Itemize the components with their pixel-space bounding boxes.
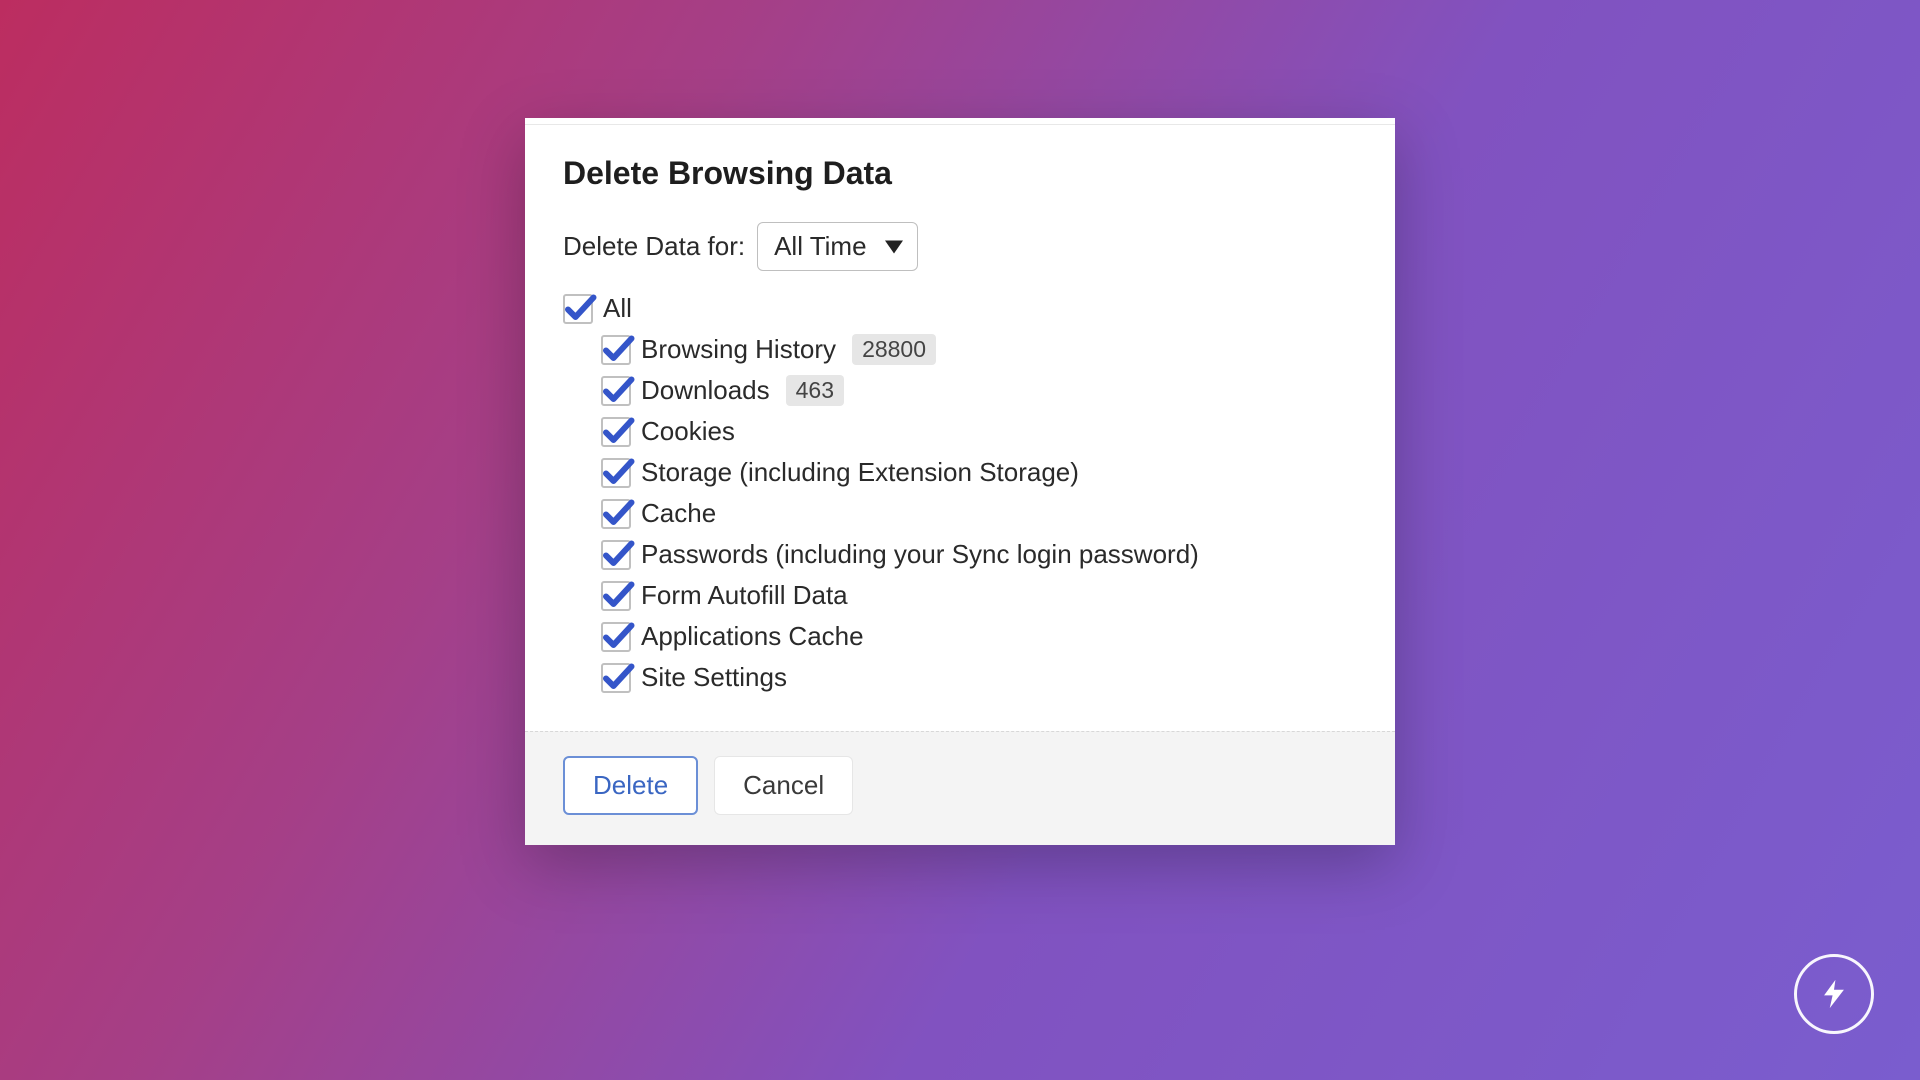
check-icon bbox=[600, 454, 636, 490]
check-icon bbox=[600, 331, 636, 367]
dialog-body: Delete Data for: All Time All Browsing H… bbox=[525, 202, 1395, 731]
checkbox-passwords[interactable] bbox=[601, 540, 631, 570]
checkbox-row-cookies: Cookies bbox=[601, 416, 1357, 447]
checkbox-label: Applications Cache bbox=[641, 621, 864, 652]
checkbox-all-label: All bbox=[603, 293, 632, 324]
time-range-row: Delete Data for: All Time bbox=[563, 222, 1357, 271]
time-range-select[interactable]: All Time bbox=[757, 222, 917, 271]
checkbox-browsing-history[interactable] bbox=[601, 335, 631, 365]
checkbox-row-applications-cache: Applications Cache bbox=[601, 621, 1357, 652]
checkbox-row-all: All bbox=[563, 293, 1357, 324]
check-icon bbox=[600, 618, 636, 654]
checkbox-label: Passwords (including your Sync login pas… bbox=[641, 539, 1199, 570]
checkbox-cookies[interactable] bbox=[601, 417, 631, 447]
checkbox-form-autofill[interactable] bbox=[601, 581, 631, 611]
checkbox-label: Downloads bbox=[641, 375, 770, 406]
check-icon bbox=[600, 413, 636, 449]
checkbox-label: Cookies bbox=[641, 416, 735, 447]
count-badge-browsing-history: 28800 bbox=[852, 334, 936, 365]
checkbox-row-browsing-history: Browsing History 28800 bbox=[601, 334, 1357, 365]
lightning-fab-button[interactable] bbox=[1794, 954, 1874, 1034]
checkbox-row-cache: Cache bbox=[601, 498, 1357, 529]
checkbox-applications-cache[interactable] bbox=[601, 622, 631, 652]
checkbox-row-form-autofill: Form Autofill Data bbox=[601, 580, 1357, 611]
chevron-down-icon bbox=[885, 240, 903, 253]
check-icon bbox=[600, 536, 636, 572]
checkbox-row-site-settings: Site Settings bbox=[601, 662, 1357, 693]
checkbox-all[interactable] bbox=[563, 294, 593, 324]
checkbox-cache[interactable] bbox=[601, 499, 631, 529]
checkbox-label: Browsing History bbox=[641, 334, 836, 365]
checkbox-label: Cache bbox=[641, 498, 716, 529]
count-badge-downloads: 463 bbox=[786, 375, 844, 406]
checkbox-row-downloads: Downloads 463 bbox=[601, 375, 1357, 406]
dialog-footer: Delete Cancel bbox=[525, 731, 1395, 845]
delete-browsing-data-dialog: Delete Browsing Data Delete Data for: Al… bbox=[525, 118, 1395, 845]
lightning-icon bbox=[1817, 977, 1851, 1011]
check-icon bbox=[600, 372, 636, 408]
checkbox-row-passwords: Passwords (including your Sync login pas… bbox=[601, 539, 1357, 570]
checkbox-site-settings[interactable] bbox=[601, 663, 631, 693]
check-icon bbox=[600, 577, 636, 613]
checkbox-label: Form Autofill Data bbox=[641, 580, 848, 611]
dialog-title: Delete Browsing Data bbox=[563, 155, 1357, 192]
check-icon bbox=[600, 495, 636, 531]
checkbox-row-storage: Storage (including Extension Storage) bbox=[601, 457, 1357, 488]
time-range-label: Delete Data for: bbox=[563, 231, 745, 262]
cancel-button[interactable]: Cancel bbox=[714, 756, 853, 815]
delete-button[interactable]: Delete bbox=[563, 756, 698, 815]
checkbox-downloads[interactable] bbox=[601, 376, 631, 406]
checkbox-label: Storage (including Extension Storage) bbox=[641, 457, 1079, 488]
checkbox-sub-list: Browsing History 28800 Downloads 463 Coo… bbox=[601, 334, 1357, 693]
time-range-value: All Time bbox=[774, 231, 866, 262]
check-icon bbox=[600, 659, 636, 695]
checkbox-storage[interactable] bbox=[601, 458, 631, 488]
dialog-header: Delete Browsing Data bbox=[525, 124, 1395, 202]
check-icon bbox=[562, 290, 598, 326]
checkbox-label: Site Settings bbox=[641, 662, 787, 693]
